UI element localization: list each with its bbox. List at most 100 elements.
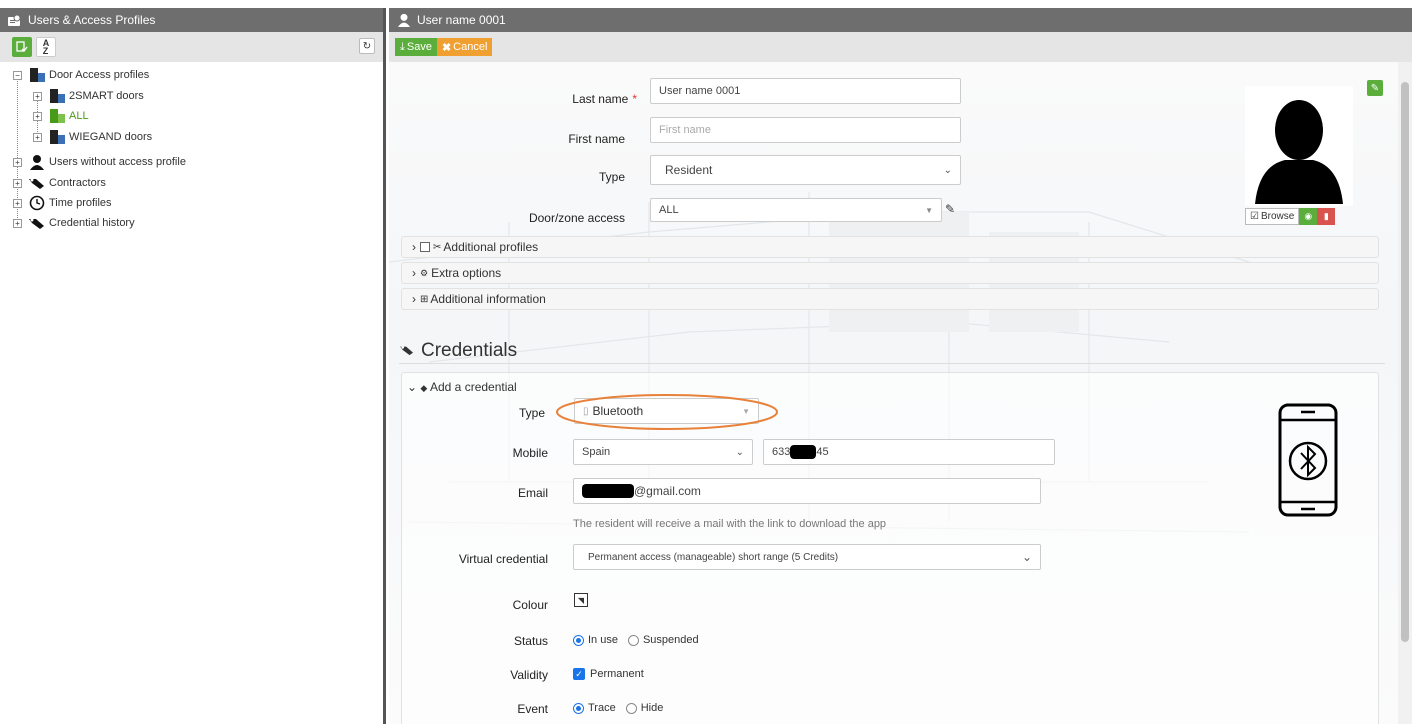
photo-actions: ☑ Browse ◉ ▮ [1245,208,1336,225]
chevron-right-icon: › [412,266,416,280]
expand-icon[interactable]: + [13,198,22,208]
cancel-button[interactable]: ✖ Cancel [436,38,493,56]
redacted-mark [582,484,634,498]
tree-label: WIEGAND doors [69,131,153,143]
expand-icon[interactable]: + [13,157,22,167]
expand-icon[interactable]: + [33,132,42,142]
highlight-ellipse [556,394,778,430]
tree-label: Users without access profile [49,156,186,168]
mobile-prefix: 633 [772,446,791,458]
door-zone-select[interactable]: ALL ▼ [650,198,942,222]
edit-icon: ☑ [1250,211,1259,222]
mobile-label: Mobile [512,446,548,460]
section-additional-profiles[interactable]: › ✂ Additional profiles [401,236,1379,258]
add-credential-toggle[interactable]: ⌄ ◆ Add a credential [407,380,517,394]
chevron-right-icon: › [412,292,416,306]
door-group-icon [48,108,66,124]
tree-node-wiegand-doors[interactable]: + WIEGAND doors [33,128,152,146]
door-zone-value: ALL [659,204,679,216]
door-group-icon [48,129,66,145]
event-hide-radio[interactable] [625,702,637,714]
user-icon [395,13,413,27]
tag-icon: ◆ [420,383,428,393]
email-field[interactable]: @gmail.com [573,478,1041,504]
edit-photo-icon[interactable]: ✎ [1367,80,1383,96]
tree-node-2smart-doors[interactable]: + 2SMART doors [33,87,144,105]
expand-icon[interactable]: + [13,218,22,228]
colour-picker-icon[interactable]: ◥ [574,593,588,607]
mobile-number-field[interactable]: 633 45 [763,439,1055,465]
gears-icon: ⚙ [420,267,429,278]
email-hint: The resident will receive a mail with th… [573,518,887,530]
status-suspended-label: Suspended [642,634,699,646]
chevron-down-icon: ⌄ [1021,550,1032,564]
last-name-label: Last name * [572,92,637,106]
virtual-credential-value: Permanent access (manageable) short rang… [588,551,839,563]
scrollbar-thumb[interactable] [1401,82,1409,642]
tools-icon: ✂ [433,241,442,253]
trash-icon[interactable]: ▮ [1317,208,1336,225]
sort-az-button[interactable]: AZ [36,37,56,57]
refresh-icon[interactable]: ↻ [359,38,375,54]
browse-label: Browse [1260,211,1295,222]
left-panel: Users & Access Profiles AZ ↻ − Door Acce… [0,8,386,724]
expand-icon[interactable]: + [33,91,42,101]
users-icon [6,13,24,27]
status-suspended-radio[interactable] [627,634,639,646]
left-title-bar: Users & Access Profiles [0,8,383,32]
sitemap-icon: ⊞ [420,293,429,305]
user-type-value: Resident [665,163,713,177]
bluetooth-phone-icon [1278,403,1338,517]
door-profile-icon [28,67,46,83]
tree-node-all[interactable]: + ALL [33,107,89,125]
required-marker: * [632,92,637,106]
save-button[interactable]: ⤓ Save [395,38,437,56]
permanent-checkbox[interactable]: ✓ [573,668,585,680]
tree-node-contractors[interactable]: + Contractors [13,174,106,192]
browse-button[interactable]: ☑ Browse [1245,208,1300,225]
tree-label: ALL [69,110,89,122]
avatar [1245,86,1353,206]
expand-icon[interactable]: + [33,111,42,121]
first-name-label: First name [568,132,625,146]
chevron-down-icon: ⌄ [943,164,952,176]
event-label: Event [517,702,548,716]
status-in-use-label: In use [588,634,618,646]
tree-node-time-profiles[interactable]: + Time profiles [13,194,112,212]
permanent-label: Permanent [590,668,644,680]
mobile-country-select[interactable]: Spain ⌄ [573,439,753,465]
event-trace-radio[interactable] [573,702,584,714]
left-panel-title: Users & Access Profiles [28,13,156,27]
collapse-icon[interactable]: − [13,70,22,80]
user-icon [28,154,46,170]
pencil-icon[interactable]: ✎ [945,202,955,216]
section-extra-options[interactable]: › ⚙ Extra options [401,262,1379,284]
status-in-use-radio[interactable] [573,634,584,646]
door-group-icon [48,88,66,104]
last-name-field[interactable]: User name 0001 [650,78,961,104]
tree-node-door-access-profiles[interactable]: − Door Access profiles [13,66,149,84]
user-type-select[interactable]: Resident ⌄ [650,155,961,185]
left-toolbar: AZ ↻ [0,32,383,62]
virtual-credential-select[interactable]: Permanent access (manageable) short rang… [573,544,1041,570]
profiles-checkbox[interactable] [420,242,430,252]
divider [399,363,1385,364]
tree-node-credential-history[interactable]: + Credential history [13,214,135,232]
save-label: Save [406,41,432,53]
scrollbar[interactable] [1398,62,1412,724]
camera-icon[interactable]: ◉ [1299,208,1318,225]
expand-icon[interactable]: + [13,178,22,188]
first-name-field[interactable]: First name [650,117,961,143]
tag-icon [28,215,46,231]
section-additional-information[interactable]: › ⊞ Additional information [401,288,1379,310]
tree-node-users-without-profile[interactable]: + Users without access profile [13,153,186,171]
download-icon: ⤓ [400,40,405,53]
status-options: In use Suspended [573,634,709,646]
email-label: Email [517,486,548,500]
event-hide-label: Hide [640,702,664,714]
door-zone-label: Door/zone access [528,211,625,225]
validity-options: ✓ Permanent [573,668,654,680]
close-icon: ✖ [441,41,452,54]
tree-filter-button[interactable] [12,37,32,57]
credentials-heading: Credentials [399,340,517,362]
